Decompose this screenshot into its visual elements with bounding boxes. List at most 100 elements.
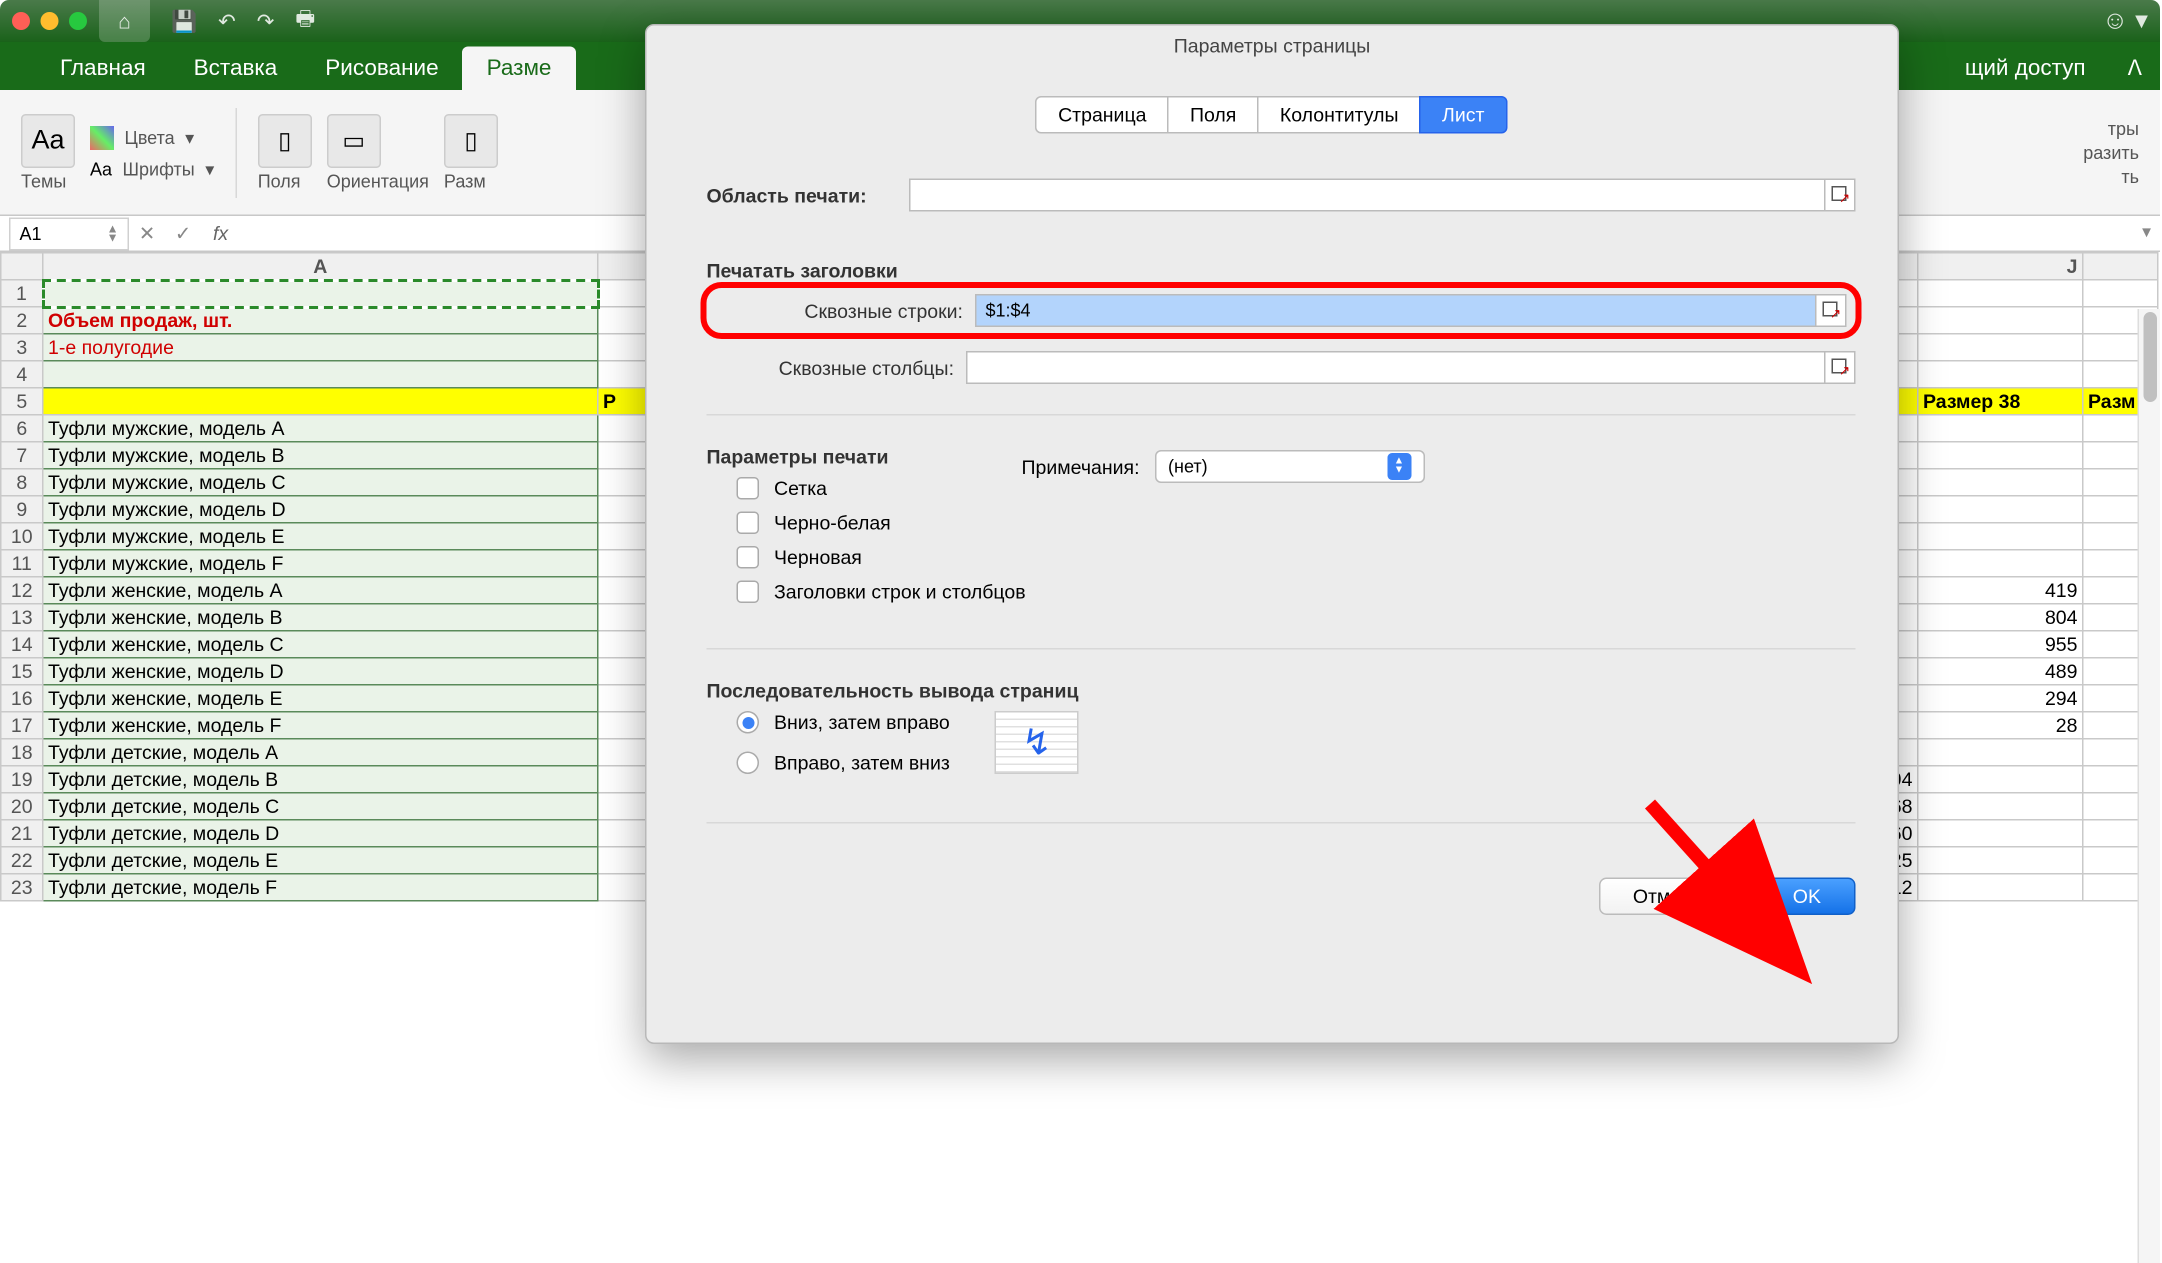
tab-layout[interactable]: Разме bbox=[463, 47, 576, 91]
cell[interactable]: Туфли детские, модель B bbox=[43, 766, 598, 793]
tab-draw[interactable]: Рисование bbox=[301, 47, 462, 91]
enter-formula-button[interactable]: ✓ bbox=[165, 221, 201, 245]
tab-insert[interactable]: Вставка bbox=[170, 47, 302, 91]
notes-select[interactable]: (нет) ▲▼ bbox=[1155, 450, 1425, 483]
cell[interactable]: Туфли мужские, модель E bbox=[43, 523, 598, 550]
cell[interactable]: Туфли женские, модель F bbox=[43, 712, 598, 739]
cell[interactable]: 294 bbox=[1918, 685, 2083, 712]
row-header[interactable]: 7 bbox=[1, 442, 43, 469]
row-header[interactable]: 8 bbox=[1, 469, 43, 496]
cell[interactable] bbox=[43, 280, 598, 307]
row-header[interactable]: 10 bbox=[1, 523, 43, 550]
fx-label[interactable]: fx bbox=[201, 222, 240, 245]
dialog-tab-sheet[interactable]: Лист bbox=[1420, 96, 1507, 134]
expand-formula-bar-button[interactable]: ▼ bbox=[2133, 225, 2160, 242]
cell[interactable]: Туфли мужские, модель C bbox=[43, 469, 598, 496]
column-header[interactable] bbox=[2083, 253, 2158, 280]
row-header[interactable]: 1 bbox=[1, 280, 43, 307]
cols-repeat-input[interactable] bbox=[966, 351, 1826, 384]
undo-icon[interactable]: ↶ bbox=[218, 8, 236, 34]
cell[interactable] bbox=[1918, 739, 2083, 766]
margins-icon[interactable]: ▯ bbox=[258, 113, 312, 167]
row-header[interactable]: 4 bbox=[1, 361, 43, 388]
dialog-tab-page[interactable]: Страница bbox=[1036, 96, 1169, 134]
cell[interactable]: Туфли мужские, модель A bbox=[43, 415, 598, 442]
row-header[interactable]: 23 bbox=[1, 874, 43, 901]
print-area-picker-button[interactable] bbox=[1826, 179, 1856, 212]
cell[interactable]: 489 bbox=[1918, 658, 2083, 685]
tab-main[interactable]: Главная bbox=[36, 47, 170, 91]
row-header[interactable]: 12 bbox=[1, 577, 43, 604]
row-header[interactable]: 18 bbox=[1, 739, 43, 766]
tab-share[interactable]: щий доступ bbox=[1941, 47, 2110, 91]
cell[interactable] bbox=[1918, 334, 2083, 361]
row-header[interactable]: 2 bbox=[1, 307, 43, 334]
cell[interactable] bbox=[1918, 496, 2083, 523]
row-header[interactable]: 17 bbox=[1, 712, 43, 739]
fonts-button[interactable]: Aa Шрифты▾ bbox=[90, 158, 214, 179]
row-header[interactable]: 9 bbox=[1, 496, 43, 523]
cell[interactable]: Объем продаж, шт. bbox=[43, 307, 598, 334]
print-icon[interactable]: 🖶 bbox=[295, 3, 315, 39]
cell[interactable]: Туфли женские, модель A bbox=[43, 577, 598, 604]
cancel-formula-button[interactable]: ✕ bbox=[129, 221, 165, 245]
cell[interactable]: Туфли детские, модель F bbox=[43, 874, 598, 901]
home-button[interactable]: ⌂ bbox=[99, 0, 150, 42]
vertical-scrollbar[interactable] bbox=[2138, 309, 2161, 1263]
cell[interactable]: Туфли мужские, модель D bbox=[43, 496, 598, 523]
size-icon[interactable]: ▯ bbox=[444, 113, 498, 167]
cancel-button[interactable]: Отмена bbox=[1598, 878, 1737, 916]
cell[interactable]: 419 bbox=[1918, 577, 2083, 604]
row-header[interactable]: 21 bbox=[1, 820, 43, 847]
themes-icon[interactable]: Aa bbox=[21, 113, 75, 167]
cell[interactable]: Туфли женские, модель C bbox=[43, 631, 598, 658]
row-header[interactable]: 20 bbox=[1, 793, 43, 820]
cell[interactable]: Туфли детские, модель C bbox=[43, 793, 598, 820]
rows-repeat-picker-button[interactable] bbox=[1817, 294, 1847, 327]
cell[interactable]: Туфли детские, модель A bbox=[43, 739, 598, 766]
cell[interactable] bbox=[1918, 415, 2083, 442]
column-header[interactable]: A bbox=[43, 253, 598, 280]
dialog-tab-margins[interactable]: Поля bbox=[1167, 96, 1258, 134]
cell[interactable] bbox=[1918, 361, 2083, 388]
redo-icon[interactable]: ↷ bbox=[257, 8, 275, 34]
collapse-ribbon-button[interactable]: ᐱ bbox=[2110, 47, 2160, 91]
row-header[interactable]: 22 bbox=[1, 847, 43, 874]
cell[interactable]: Туфли мужские, модель B bbox=[43, 442, 598, 469]
cell[interactable] bbox=[1918, 523, 2083, 550]
cell[interactable]: 28 bbox=[1918, 712, 2083, 739]
row-header[interactable]: 3 bbox=[1, 334, 43, 361]
cell[interactable]: Туфли женские, модель B bbox=[43, 604, 598, 631]
feedback-button[interactable]: ☺ ▾ bbox=[2102, 6, 2148, 36]
row-header[interactable]: 16 bbox=[1, 685, 43, 712]
down-then-over-radio[interactable]: Вниз, затем вправо bbox=[737, 711, 950, 734]
cols-repeat-picker-button[interactable] bbox=[1826, 351, 1856, 384]
row-header[interactable]: 11 bbox=[1, 550, 43, 577]
print-area-input[interactable] bbox=[909, 179, 1826, 212]
save-icon[interactable]: 💾 bbox=[171, 8, 197, 34]
cell[interactable] bbox=[1918, 550, 2083, 577]
dialog-tab-headerfooter[interactable]: Колонтитулы bbox=[1257, 96, 1421, 134]
cell[interactable]: Туфли женские, модель D bbox=[43, 658, 598, 685]
row-header[interactable]: 15 bbox=[1, 658, 43, 685]
row-header[interactable]: 6 bbox=[1, 415, 43, 442]
colors-button[interactable]: Цвета▾ bbox=[90, 125, 214, 149]
row-header[interactable]: 5 bbox=[1, 388, 43, 415]
cell[interactable]: Туфли детские, модель E bbox=[43, 847, 598, 874]
over-then-down-radio[interactable]: Вправо, затем вниз bbox=[737, 752, 950, 775]
cell[interactable] bbox=[1918, 280, 2083, 307]
cell[interactable]: 1-е полугодие bbox=[43, 334, 598, 361]
cell[interactable]: 804 bbox=[1918, 604, 2083, 631]
window-maximize-button[interactable] bbox=[69, 12, 87, 30]
namebox-stepper-icon[interactable]: ▲▼ bbox=[107, 225, 119, 242]
window-minimize-button[interactable] bbox=[41, 12, 59, 30]
cell[interactable] bbox=[43, 361, 598, 388]
cell[interactable] bbox=[1918, 307, 2083, 334]
cell[interactable]: Туфли мужские, модель F bbox=[43, 550, 598, 577]
cell[interactable] bbox=[1918, 469, 2083, 496]
cell[interactable]: Размер 38 bbox=[1918, 388, 2083, 415]
row-header[interactable]: 14 bbox=[1, 631, 43, 658]
window-close-button[interactable] bbox=[12, 12, 30, 30]
rows-repeat-input[interactable] bbox=[975, 294, 1817, 327]
select-all-cell[interactable] bbox=[1, 253, 43, 280]
